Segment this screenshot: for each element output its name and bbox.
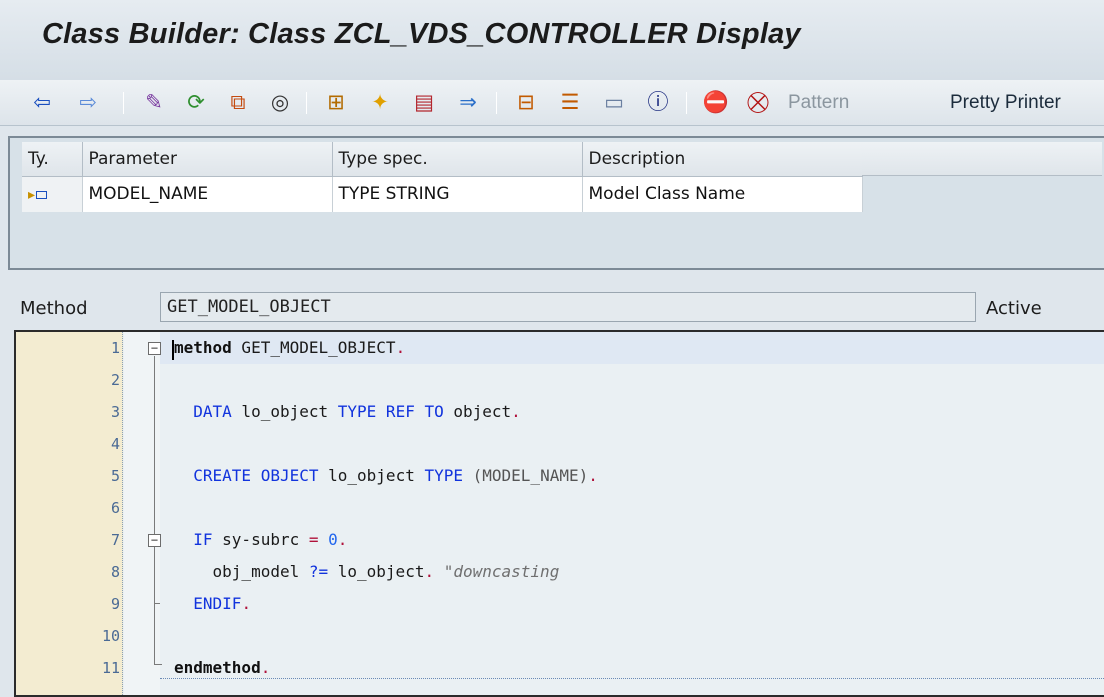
window-title: Class Builder: Class ZCL_VDS_CONTROLLER … <box>42 18 801 50</box>
col-parameter-header[interactable]: Parameter <box>82 142 333 177</box>
code-line: 5 CREATE OBJECT lo_object TYPE (MODEL_NA… <box>16 460 1104 492</box>
keyword: ENDIF <box>193 594 242 613</box>
col-type-header[interactable]: Ty. <box>22 142 83 177</box>
hierarchy-icon[interactable]: ⊞ <box>322 88 350 116</box>
method-identifier: GET_MODEL_OBJECT <box>231 338 396 357</box>
other-object-icon[interactable]: ⧉ <box>224 88 252 116</box>
window-icon[interactable]: ▭ <box>600 88 628 116</box>
code-line: 3 DATA lo_object TYPE REF TO object. <box>16 396 1104 428</box>
line-number: 11 <box>101 659 120 677</box>
external-breakpoint-icon[interactable]: ⛒ <box>744 88 772 116</box>
line-number: 10 <box>101 627 120 645</box>
identifier: object <box>443 402 512 421</box>
application-toolbar: ⇦ ⇨ ✎ ⟳ ⧉ ◎ ⊞ ✦ ▤ ⇒ ⊟ ☰ ▭ ⓘ ⛔ ⛒ Pattern … <box>0 80 1104 126</box>
parameter-panel: Ty. Parameter Type spec. Description ▸ M… <box>8 136 1104 270</box>
keyword: DATA <box>193 402 232 421</box>
comment: "downcasting <box>434 562 560 581</box>
pretty-printer-button[interactable]: Pretty Printer <box>950 92 1061 114</box>
breakpoint-icon[interactable]: ⛔ <box>702 88 730 116</box>
code-line: 4 <box>16 428 1104 460</box>
period: . <box>241 594 252 613</box>
activate-icon[interactable]: ✦ <box>366 88 394 116</box>
identifier: lo_object <box>231 402 338 421</box>
code-line: 10 <box>16 620 1104 652</box>
identifier: (MODEL_NAME) <box>463 466 589 485</box>
code-line: 8 obj_model ?= lo_object. "downcasting <box>16 556 1104 588</box>
code-line: 1 method GET_MODEL_OBJECT. <box>16 332 1104 364</box>
period: . <box>511 402 521 421</box>
identifier: sy-subrc <box>212 530 309 549</box>
object-list-icon[interactable]: ⊟ <box>512 88 540 116</box>
operator: = <box>308 530 319 549</box>
typespec-cell[interactable]: TYPE STRING <box>332 176 583 212</box>
line-number: 6 <box>110 499 120 517</box>
period: . <box>424 562 435 581</box>
code-line: 2 <box>16 364 1104 396</box>
check-icon[interactable]: ▤ <box>410 88 438 116</box>
line-number: 7 <box>110 531 120 549</box>
line-number: 2 <box>110 371 120 389</box>
identifier: lo_object <box>328 562 425 581</box>
line-number: 9 <box>110 595 120 613</box>
title-bar: Class Builder: Class ZCL_VDS_CONTROLLER … <box>0 0 1104 80</box>
forward-arrow-icon[interactable]: ⇨ <box>74 88 102 116</box>
table-row[interactable]: ▸ MODEL_NAME TYPE STRING Model Class Nam… <box>22 176 863 212</box>
display-change-icon[interactable]: ✎ <box>140 88 168 116</box>
keyword: method <box>174 338 232 357</box>
col-typespec-header[interactable]: Type spec. <box>332 142 583 177</box>
pattern-button[interactable]: Pattern <box>788 92 849 114</box>
toolbar-separator <box>123 92 124 114</box>
where-used-icon[interactable]: ◎ <box>266 88 294 116</box>
period: . <box>588 466 598 485</box>
code-line: 9 ENDIF. <box>16 588 1104 620</box>
active-inactive-icon[interactable]: ⟳ <box>182 88 210 116</box>
table-header-filler <box>862 142 1102 176</box>
period: . <box>337 530 348 549</box>
operator: ?= <box>308 562 329 581</box>
keyword: endmethod <box>174 658 261 677</box>
line-number: 8 <box>110 563 120 581</box>
line-number: 3 <box>110 403 120 421</box>
keyword: TYPE <box>424 466 463 485</box>
number-literal: 0 <box>328 530 338 549</box>
toolbar-separator <box>686 92 687 114</box>
line-number: 4 <box>110 435 120 453</box>
period: . <box>260 658 271 677</box>
parameter-cell[interactable]: MODEL_NAME <box>82 176 333 212</box>
keyword: CREATE OBJECT <box>193 466 319 485</box>
period: . <box>395 338 406 357</box>
parameter-table: Ty. Parameter Type spec. Description ▸ M… <box>22 142 863 212</box>
line-number: 1 <box>110 339 120 357</box>
keyword: IF <box>193 530 213 549</box>
identifier: obj_model <box>212 562 309 581</box>
toolbar-separator <box>496 92 497 114</box>
method-status: Active <box>986 298 1042 319</box>
method-row: Method GET_MODEL_OBJECT Active <box>0 282 1104 326</box>
identifier: lo_object <box>318 466 425 485</box>
back-arrow-icon[interactable]: ⇦ <box>28 88 56 116</box>
info-icon[interactable]: ⓘ <box>644 88 672 116</box>
method-label: Method <box>20 298 88 319</box>
code-line: 6 <box>16 492 1104 524</box>
local-types-icon[interactable]: ☰ <box>556 88 584 116</box>
code-line: 7 IF sy-subrc = 0. <box>16 524 1104 556</box>
parameter-header-row: Ty. Parameter Type spec. Description <box>22 142 863 177</box>
toolbar-separator <box>306 92 307 114</box>
method-name-field[interactable]: GET_MODEL_OBJECT <box>160 292 976 322</box>
col-description-header[interactable]: Description <box>582 142 863 177</box>
code-editor[interactable]: − − 1 method GET_MODEL_OBJECT. 2 3 DATA … <box>14 330 1104 697</box>
importing-icon: ▸ <box>22 176 83 212</box>
navigate-icon[interactable]: ⇒ <box>454 88 482 116</box>
description-cell[interactable]: Model Class Name <box>582 176 863 212</box>
line-number: 5 <box>110 467 120 485</box>
code-line: 11 endmethod. <box>16 652 1104 684</box>
keyword: TYPE REF TO <box>337 402 444 421</box>
